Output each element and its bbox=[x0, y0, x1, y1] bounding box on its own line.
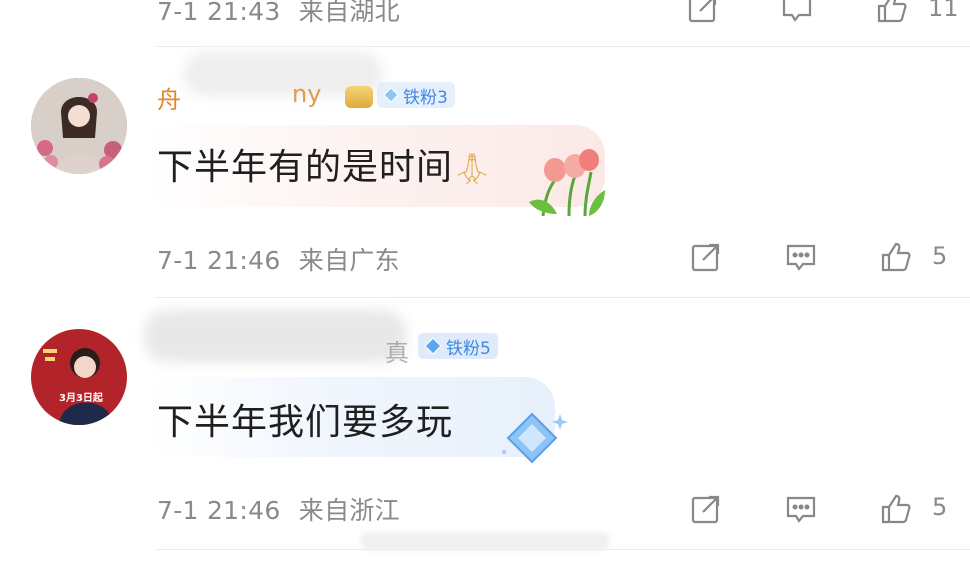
reply-button[interactable] bbox=[781, 237, 821, 277]
comment-meta: 7-1 21:43 来自湖北 bbox=[157, 0, 400, 28]
comment-location: 来自浙江 bbox=[298, 496, 400, 525]
comment-location: 来自广东 bbox=[298, 246, 400, 275]
member-crown-icon bbox=[345, 86, 373, 108]
comment-meta: 7-1 21:46 来自浙江 bbox=[157, 491, 400, 527]
comment-meta-row: 7-1 21:46 来自浙江 5 bbox=[0, 489, 970, 529]
share-button[interactable] bbox=[686, 237, 726, 277]
username-tail: 真 bbox=[385, 339, 409, 367]
share-icon bbox=[688, 0, 717, 23]
like-icon bbox=[877, 0, 907, 23]
like-count: 11 bbox=[928, 0, 959, 22]
comment-location: 来自湖北 bbox=[298, 0, 400, 26]
comment-time: 7-1 21:46 bbox=[157, 246, 281, 275]
avatar[interactable]: 3月3日起 bbox=[31, 329, 127, 425]
comment-text: 下半年有的是时间🙏︎ bbox=[157, 147, 493, 188]
fan-badge[interactable]: 铁粉3 bbox=[377, 82, 455, 108]
share-button[interactable] bbox=[683, 0, 723, 28]
share-icon bbox=[691, 495, 720, 524]
fan-badge-icon bbox=[424, 337, 442, 355]
avatar-caption: 3月3日起 bbox=[59, 393, 103, 404]
divider bbox=[155, 46, 970, 47]
fan-badge[interactable]: 铁粉5 bbox=[418, 333, 498, 359]
comment-text: 下半年我们要多玩 bbox=[157, 402, 454, 443]
username-redaction bbox=[144, 310, 406, 362]
like-button[interactable] bbox=[872, 0, 912, 28]
avatar-illustration bbox=[31, 329, 127, 425]
sticker-decoration bbox=[529, 149, 605, 217]
sticker-decoration bbox=[502, 412, 568, 464]
like-icon bbox=[881, 494, 911, 524]
reply-icon bbox=[782, 0, 812, 22]
comment-time: 7-1 21:46 bbox=[157, 496, 281, 525]
divider bbox=[155, 297, 970, 298]
like-icon bbox=[881, 242, 911, 272]
avatar[interactable] bbox=[31, 78, 127, 174]
username[interactable]: 舟 bbox=[157, 80, 181, 115]
like-button[interactable] bbox=[876, 237, 916, 277]
like-count: 5 bbox=[932, 493, 948, 521]
reply-button[interactable] bbox=[781, 489, 821, 529]
watermark-redaction bbox=[360, 532, 610, 550]
share-icon bbox=[691, 243, 720, 272]
comment-time: 7-1 21:43 bbox=[157, 0, 281, 26]
username-tail: ny bbox=[292, 80, 322, 108]
share-button[interactable] bbox=[686, 489, 726, 529]
pray-hands-emoji: 🙏︎ bbox=[453, 152, 493, 187]
comment-meta-row: 7-1 21:46 来自广东 5 bbox=[0, 237, 970, 277]
like-button[interactable] bbox=[876, 489, 916, 529]
reply-icon bbox=[786, 496, 816, 523]
fan-badge-icon bbox=[383, 87, 399, 103]
reply-icon bbox=[786, 244, 816, 271]
like-count: 5 bbox=[932, 242, 948, 270]
comment-meta-row: 7-1 21:43 来自湖北 11 bbox=[0, 0, 970, 26]
comment-meta: 7-1 21:46 来自广东 bbox=[157, 241, 400, 277]
divider bbox=[155, 549, 970, 550]
avatar-illustration bbox=[31, 78, 127, 174]
reply-button[interactable] bbox=[777, 0, 817, 28]
